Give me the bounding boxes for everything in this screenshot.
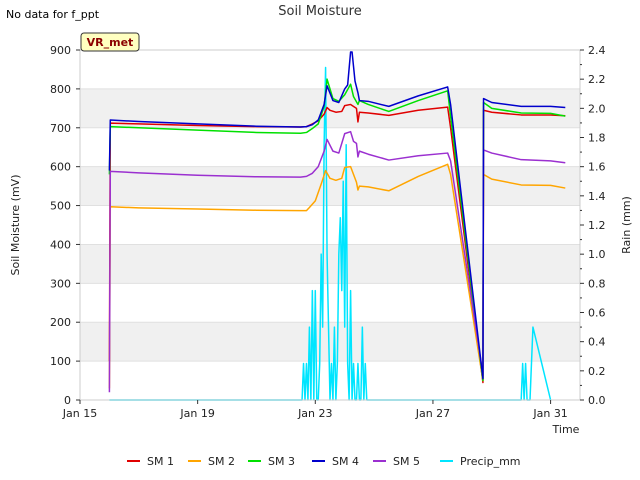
station-badge: VR_met — [80, 32, 140, 52]
legend-label: SM 1 — [147, 455, 174, 468]
y2-axis-label: Rain (mm) — [620, 196, 633, 254]
y2-tick-label: 1.8 — [588, 132, 606, 145]
background-bands — [80, 49, 580, 401]
y-tick-label: 700 — [50, 122, 71, 135]
x-tick-label: Jan 15 — [62, 407, 97, 420]
y2-tick-label: 1.0 — [588, 248, 606, 261]
grid-band — [80, 205, 580, 245]
y2-tick-label: 0.0 — [588, 394, 606, 407]
y-tick-label: 300 — [50, 277, 71, 290]
y-tick-label: 900 — [50, 44, 71, 57]
y-tick-label: 0 — [64, 394, 71, 407]
y-axis-label: Soil Moisture (mV) — [9, 175, 22, 276]
x-tick-label: Jan 19 — [179, 407, 214, 420]
grid-band — [80, 322, 580, 362]
chart-figure: No data for f_ppt Soil Moisture Jan 15 Ja… — [0, 0, 640, 480]
y2-tick-label: 1.6 — [588, 161, 606, 174]
y-tick-label: 800 — [50, 83, 71, 96]
grid-band — [80, 283, 580, 323]
y-tick-label: 100 — [50, 355, 71, 368]
grid-band — [80, 244, 580, 284]
x-axis: Jan 15 Jan 19 Jan 23 Jan 27 Jan 31 — [62, 400, 568, 420]
y-tick-label: 500 — [50, 200, 71, 213]
chart-title: Soil Moisture — [278, 4, 362, 19]
y2-tick-label: 0.8 — [588, 277, 606, 290]
legend-label: SM 3 — [268, 455, 295, 468]
y-axis-right: 0.0 0.2 0.4 0.6 0.8 1.0 1.2 1.4 1.6 1.8 2.0 2.2 2.4 — [580, 44, 606, 407]
y2-tick-label: 1.4 — [588, 190, 606, 203]
y-tick-label: 600 — [50, 161, 71, 174]
y-axis-left: 0 100 200 300 400 500 600 700 800 900 — [50, 44, 80, 407]
grid-band — [80, 166, 580, 206]
legend-label: SM 5 — [393, 455, 420, 468]
y-tick-label: 200 — [50, 316, 71, 329]
x-tick-label: Jan 31 — [532, 407, 567, 420]
y2-tick-label: 0.2 — [588, 365, 606, 378]
no-data-note: No data for f_ppt — [6, 8, 100, 21]
legend-label: SM 2 — [208, 455, 235, 468]
y2-tick-label: 0.6 — [588, 307, 606, 320]
grid-band — [80, 127, 580, 167]
chart-svg: No data for f_ppt Soil Moisture Jan 15 Ja… — [6, 4, 633, 468]
station-badge-label: VR_met — [87, 36, 134, 49]
legend-label: Precip_mm — [460, 455, 521, 468]
x-tick-label: Jan 23 — [297, 407, 332, 420]
y2-tick-label: 0.4 — [588, 336, 606, 349]
y2-tick-label: 1.2 — [588, 219, 606, 232]
legend-label: SM 4 — [332, 455, 359, 468]
legend: SM 1 SM 2 SM 3 SM 4 SM 5 Precip_mm — [127, 455, 521, 468]
y-tick-label: 400 — [50, 238, 71, 251]
x-axis-label: Time — [552, 423, 580, 436]
y2-tick-label: 2.4 — [588, 44, 606, 57]
x-tick-label: Jan 27 — [415, 407, 450, 420]
grid-band — [80, 50, 580, 89]
y2-tick-label: 2.0 — [588, 102, 606, 115]
y2-tick-label: 2.2 — [588, 73, 606, 86]
